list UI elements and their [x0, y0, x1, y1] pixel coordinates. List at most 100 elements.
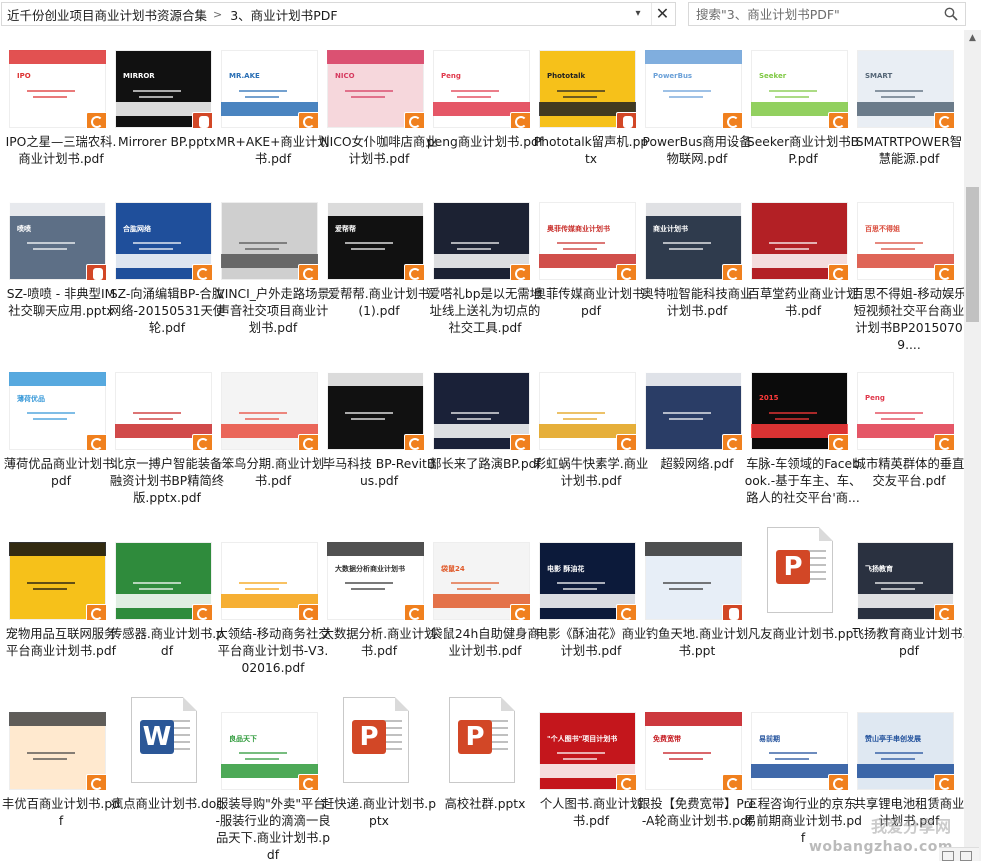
thumbnail-title: 商业计划书 [653, 225, 688, 233]
address-bar[interactable]: 近千份创业项目商业计划书资源合集 > 3、商业计划书PDF ▾ ✕ [1, 2, 676, 26]
file-item[interactable]: P 凡友商业计划书.ppt [742, 522, 858, 674]
file-item[interactable]: 喷喷 SZ-喷喷 - 非典型IM社交聊天应用.pptx [0, 182, 115, 334]
file-item[interactable]: 笨鸟分期.商业计划书.pdf [212, 352, 324, 504]
file-item[interactable]: 电影 酥油花 电影《酥油花》商业计划书.pdf [530, 522, 646, 674]
file-item[interactable]: 爱帮帮 爱帮帮.商业计划书(1).pdf [318, 182, 430, 334]
file-item[interactable]: W 疯点商业计划书.doc [106, 692, 223, 844]
file-item[interactable]: 爱嗒礼bp是以无需地址线上送礼为切点的社交工具.pdf [424, 182, 542, 335]
file-thumbnail: MIRROR [115, 50, 212, 128]
file-name-label: 奥特啦智能科技商业计划书.pdf [641, 287, 753, 318]
file-item[interactable]: Phototalk Phototalk留声机.pptx [530, 30, 648, 182]
thumbnail-title: 薄荷优品 [17, 395, 45, 403]
scroll-up-icon[interactable]: ▲ [964, 30, 981, 46]
search-icon[interactable] [944, 7, 958, 21]
breadcrumb-separator-icon[interactable]: > [210, 8, 225, 21]
pdf-badge-icon [722, 112, 742, 128]
file-item[interactable]: 易前期 工程咨询行业的京东-易前期商业计划书.pdf [742, 692, 862, 845]
file-item[interactable]: 袋鼠24 袋鼠24h自助健身商业计划书.pdf [424, 522, 540, 674]
file-name-label: 超毅网络.pdf [660, 457, 734, 471]
file-name-label: SZ-喷喷 - 非典型IM社交聊天应用.pptx [6, 287, 116, 318]
thumbnail-title: MIRROR [123, 72, 155, 80]
pdf-badge-icon [404, 604, 424, 620]
thumbnail-title: 飞扬教育 [865, 565, 893, 573]
file-name-label: 凡友商业计划书.ppt [747, 627, 859, 641]
powerpoint-document-icon: P [449, 697, 515, 783]
thumbnail-title: 电影 酥油花 [547, 565, 585, 573]
details-view-icon[interactable] [942, 851, 954, 861]
file-item[interactable]: 传感器.商业计划书.pdf [106, 522, 224, 674]
file-name-label: 部长来了路演BP.pdf [429, 457, 541, 471]
file-item[interactable]: Peng peng商业计划书.pdf [424, 30, 543, 182]
file-thumbnail [645, 372, 742, 450]
file-item[interactable]: NICO NICO女仆咖啡店商业计划书.pdf [318, 30, 438, 182]
file-name-label: 车脉-车领域的Facebook.-基于车主、车、路人的社交平台'商... [744, 457, 862, 505]
thumbnail-title: IPO [17, 72, 31, 80]
file-item[interactable]: 大数据分析商业计划书 大数据分析.商业计划书.pdf [318, 522, 436, 674]
scrollbar-thumb[interactable] [966, 187, 979, 322]
file-item[interactable]: 超毅网络.pdf [636, 352, 742, 504]
file-item[interactable]: 宠物用品互联网服务平台商业计划书.pdf [0, 522, 116, 674]
search-input[interactable] [696, 6, 931, 22]
file-item[interactable]: 百思不得姐百思不得姐-移动娱乐短视频社交平台商业计划书BP20150709...… [848, 182, 964, 352]
file-item[interactable]: 毕马科技 BP-RevitBus.pdf [318, 352, 435, 504]
file-item[interactable]: 丰优百商业计划书.pdf [0, 692, 120, 844]
pdf-badge-icon [934, 774, 954, 790]
search-box[interactable] [688, 2, 966, 26]
file-thumbnail: Peng [857, 372, 954, 450]
chevron-down-icon[interactable]: ▾ [629, 6, 647, 22]
file-name-label: 百思不得姐-移动娱乐短视频社交平台商业计划书BP20150709.... [851, 287, 964, 352]
file-item[interactable]: 奥菲传媒商业计划书 奥菲传媒商业计划书.pdf [530, 182, 648, 334]
file-item[interactable]: 2015 车脉-车领域的Facebook.-基于车主、车、路人的社交平台'商... [742, 352, 861, 505]
file-item[interactable]: P 赶快递.商业计划书.pptx [318, 692, 436, 844]
view-mode-buttons[interactable] [939, 847, 979, 861]
file-item[interactable]: P 高校社群.pptx [424, 692, 530, 844]
pdf-badge-icon [298, 434, 318, 450]
breadcrumb-item-root[interactable]: 近千份创业项目商业计划书资源合集 [2, 5, 210, 24]
pdf-badge-icon [298, 604, 318, 620]
breadcrumb-item-current[interactable]: 3、商业计划书PDF [225, 5, 340, 24]
file-name-label: Seeker商业计划书BP.pdf [746, 135, 860, 166]
file-item[interactable]: 商业计划书奥特啦智能科技商业计划书.pdf [636, 182, 752, 334]
file-item[interactable]: PowerBus PowerBus商用设备物联网.pdf [636, 30, 752, 182]
vertical-scrollbar[interactable]: ▲ ▼ [964, 30, 981, 861]
file-item[interactable]: 部长来了路演BP.pdf [424, 352, 541, 504]
ppt-badge-icon [722, 604, 742, 620]
file-item[interactable]: IPO IPO之星—三瑞农科.商业计划书.pdf [0, 30, 116, 182]
pdf-badge-icon [722, 434, 742, 450]
file-name-label: peng商业计划书.pdf [426, 135, 544, 149]
pdf-badge-icon [510, 604, 530, 620]
file-thumbnail [539, 372, 636, 450]
file-item[interactable]: MR.AKE MR+AKE+商业计划书.pdf [212, 30, 330, 182]
file-thumbnail: Phototalk [539, 50, 636, 128]
file-item[interactable]: 良品天下 服装导购"外卖"平台--服装行业的滴滴一良品天下.商业计划书.pdf [212, 692, 331, 861]
watermark-cn: 我爱分享网 [870, 817, 951, 836]
file-item[interactable]: 百草堂药业商业计划书.pdf [742, 182, 858, 334]
pdf-badge-icon [616, 774, 636, 790]
file-item[interactable]: 钓鱼天地.商业计划书.ppt [636, 522, 748, 674]
file-name-label: 赶快递.商业计划书.pptx [322, 797, 436, 828]
pdf-badge-icon [86, 112, 106, 128]
file-item[interactable]: MIRROR Mirrorer BP.pptx [106, 30, 216, 182]
file-item[interactable]: SMART SMATRTPOWER智慧能源.pdf [848, 30, 962, 182]
file-thumbnail: 百思不得姐 [857, 202, 954, 280]
pdf-badge-icon [192, 604, 212, 620]
file-item[interactable]: 薄荷优品 薄荷优品商业计划书.pdf [0, 352, 118, 504]
file-thumbnail: MR.AKE [221, 50, 318, 128]
thumbnail-title: 袋鼠24 [441, 565, 465, 573]
file-thumbnail [115, 542, 212, 620]
thumbnail-view-icon[interactable] [960, 851, 972, 861]
file-item[interactable]: 免费宽带 跟投【免费宽带】Pre-A轮商业计划书.pdf [636, 692, 756, 844]
file-item[interactable]: 合肱网络 SZ-向涌编辑BP-合肱网络-20150531天使轮.pdf [106, 182, 225, 335]
close-icon[interactable]: ✕ [651, 3, 673, 25]
file-thumbnail: 免费宽带 [645, 712, 742, 790]
file-item[interactable]: 大领结-移动商务社交平台商业计划书-V3.02016.pdf [212, 522, 331, 675]
file-item[interactable]: 飞扬教育 飞扬教育商业计划书.pdf [848, 522, 964, 674]
file-item[interactable]: Seeker Seeker商业计划书BP.pdf [742, 30, 859, 182]
file-item[interactable]: Peng 城市精英群体的垂直交友平台.pdf [848, 352, 964, 504]
file-name-label: 百草堂药业商业计划书.pdf [747, 287, 859, 318]
file-item[interactable]: "个人图书"项目计划书 个人图书.商业计划书.pdf [530, 692, 642, 844]
file-item[interactable]: 北京一搏户智能装备融资计划书BP精简终版.pptx.pdf [106, 352, 224, 505]
file-grid: IPO IPO之星—三瑞农科.商业计划书.pdf MIRROR Mirrorer BP… [0, 30, 964, 861]
file-item[interactable]: VINCI_户外走路场景声音社交项目商业计划书.pdf [212, 182, 330, 335]
file-item[interactable]: 彩虹蜗牛快素学.商业计划书.pdf [530, 352, 648, 504]
